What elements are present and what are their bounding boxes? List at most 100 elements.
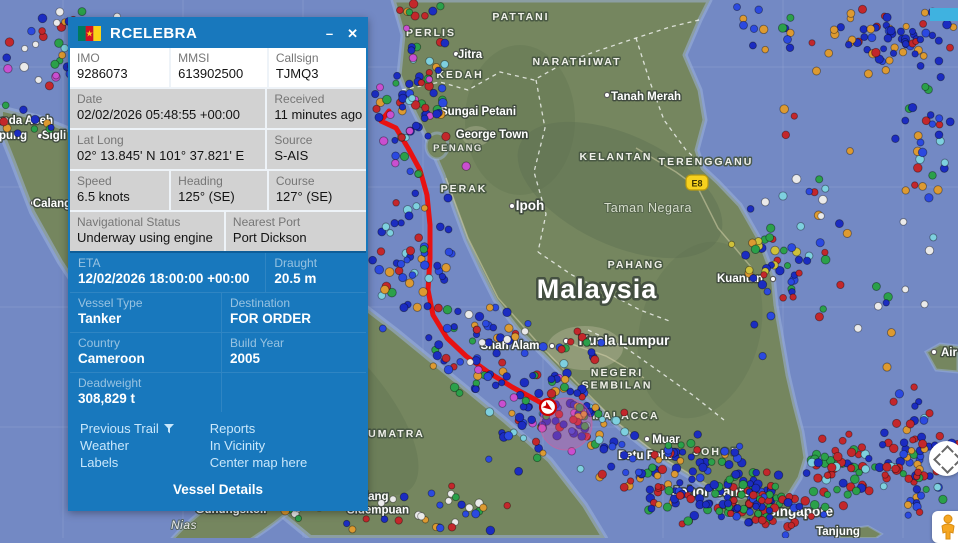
vessel-dot[interactable] [619, 441, 625, 447]
vessel-dot[interactable] [655, 483, 661, 489]
vessel-dot[interactable] [767, 224, 775, 232]
vessel-dot[interactable] [451, 324, 457, 330]
vessel-dot[interactable] [646, 486, 654, 494]
vessel-dot[interactable] [845, 41, 852, 48]
vessel-dot[interactable] [381, 285, 389, 293]
vessel-dot[interactable] [629, 455, 636, 462]
vessel-dot[interactable] [828, 463, 837, 472]
vessel-dot[interactable] [760, 25, 768, 33]
vessel-dot[interactable] [927, 112, 934, 119]
vessel-dot[interactable] [920, 20, 927, 27]
vessel-dot[interactable] [429, 7, 437, 15]
vessel-dot[interactable] [782, 532, 789, 538]
vessel-dot[interactable] [846, 431, 852, 437]
vessel-dot[interactable] [939, 495, 947, 503]
vessel-dot[interactable] [467, 359, 474, 366]
vessel-dot[interactable] [818, 213, 825, 220]
vessel-dot[interactable] [796, 270, 802, 276]
vessel-dot[interactable] [443, 324, 451, 332]
vessel-dot[interactable] [908, 448, 914, 454]
vessel-dot[interactable] [912, 51, 918, 57]
vessel-dot[interactable] [630, 431, 638, 439]
vessel-dot[interactable] [499, 359, 506, 366]
vessel-dot[interactable] [434, 304, 442, 312]
vessel-dot[interactable] [444, 194, 452, 202]
vessel-dot[interactable] [588, 349, 595, 356]
vessel-dot[interactable] [909, 28, 915, 34]
vessel-dot[interactable] [390, 496, 397, 503]
vessel-dot[interactable] [916, 509, 923, 516]
vessel-dot[interactable] [53, 72, 60, 79]
vessel-dot[interactable] [591, 356, 599, 364]
vessel-dot[interactable] [560, 360, 568, 368]
vessel-dot[interactable] [824, 491, 830, 497]
vessel-dot[interactable] [678, 442, 684, 448]
vessel-dot[interactable] [415, 234, 423, 242]
vessel-dot[interactable] [750, 25, 757, 32]
vessel-dot[interactable] [788, 244, 796, 252]
vessel-dot[interactable] [808, 513, 814, 519]
vessel-dot[interactable] [437, 502, 443, 508]
vessel-dot[interactable] [392, 160, 399, 167]
vessel-dot[interactable] [883, 363, 891, 371]
vessel-dot[interactable] [925, 194, 933, 202]
vessel-dot[interactable] [387, 230, 394, 237]
vessel-dot[interactable] [925, 246, 933, 254]
vessel-dot[interactable] [761, 272, 767, 278]
vessel-dot[interactable] [821, 503, 829, 511]
vessel-dot[interactable] [917, 139, 924, 146]
vessel-dot[interactable] [515, 467, 523, 475]
vessel-dot[interactable] [398, 220, 404, 226]
vessel-dot[interactable] [893, 419, 901, 427]
vessel-dot[interactable] [820, 306, 827, 313]
vessel-dot[interactable] [547, 389, 556, 398]
vessel-dot[interactable] [816, 239, 824, 247]
vessel-dot[interactable] [935, 131, 943, 139]
vessel-dot[interactable] [856, 469, 863, 476]
vessel-details-button[interactable]: Vessel Details [70, 473, 366, 509]
vessel-dot[interactable] [721, 447, 729, 455]
vessel-dot[interactable] [755, 6, 763, 14]
vessel-dot[interactable] [936, 432, 944, 440]
vessel-dot[interactable] [385, 268, 394, 277]
vessel-dot[interactable] [861, 34, 868, 41]
vessel-dot[interactable] [755, 510, 762, 517]
previous-trail-link[interactable]: Previous Trail [80, 420, 210, 437]
vessel-dot[interactable] [745, 519, 753, 527]
vessel-dot[interactable] [747, 509, 754, 516]
vessel-dot[interactable] [421, 205, 427, 211]
vessel-dot[interactable] [918, 440, 926, 448]
vessel-dot[interactable] [864, 70, 872, 78]
vessel-dot[interactable] [532, 438, 539, 445]
vessel-dot[interactable] [788, 279, 795, 286]
vessel-dot[interactable] [921, 301, 928, 308]
vessel-dot[interactable] [465, 311, 473, 319]
vessel-dot[interactable] [792, 175, 801, 184]
vessel-dot[interactable] [48, 124, 54, 130]
vessel-dot[interactable] [442, 354, 450, 362]
center-map-link[interactable]: Center map here [210, 454, 356, 471]
vessel-dot[interactable] [839, 502, 847, 510]
vessel-dot[interactable] [677, 458, 684, 465]
vessel-dot[interactable] [425, 133, 431, 139]
vessel-dot[interactable] [729, 241, 735, 247]
vessel-dot[interactable] [434, 262, 441, 269]
vessel-dot[interactable] [399, 104, 405, 110]
vessel-dot[interactable] [521, 350, 528, 357]
vessel-dot[interactable] [406, 127, 413, 134]
vessel-dot[interactable] [452, 494, 459, 501]
vessel-dot[interactable] [445, 226, 452, 233]
vessel-dot[interactable] [540, 450, 546, 456]
vessel-dot[interactable] [860, 26, 867, 33]
vessel-dot[interactable] [833, 452, 842, 461]
vessel-dot[interactable] [868, 34, 876, 42]
vessel-dot[interactable] [780, 294, 787, 301]
vessel-dot[interactable] [900, 450, 908, 458]
vessel-dot[interactable] [883, 300, 889, 306]
vessel-dot[interactable] [378, 500, 385, 507]
vessel-dot[interactable] [854, 325, 862, 333]
vessel-dot[interactable] [398, 134, 405, 141]
vessel-dot[interactable] [438, 85, 446, 93]
vessel-dot[interactable] [482, 320, 489, 327]
vessel-dot[interactable] [766, 507, 772, 513]
